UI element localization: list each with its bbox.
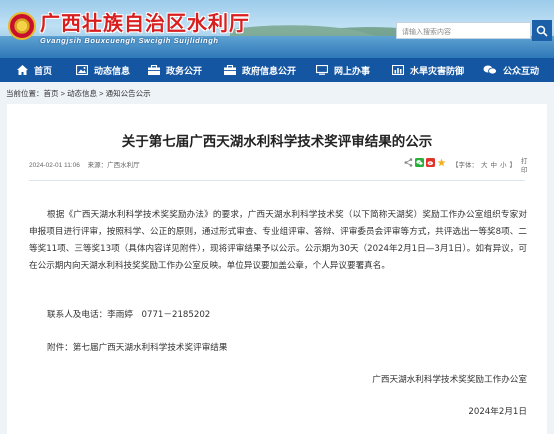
- nav-item-label: 政府信息公开: [242, 65, 297, 76]
- breadcrumb-separator: >: [97, 89, 106, 98]
- article-title: 关于第七届广西天湖水利科学技术奖评审结果的公示: [121, 134, 433, 150]
- nav-item-home[interactable]: 首页: [17, 58, 52, 82]
- font-size-medium[interactable]: 中: [491, 162, 498, 169]
- qzone-icon[interactable]: [437, 158, 446, 167]
- national-emblem-icon[interactable]: [8, 12, 36, 40]
- font-size-large[interactable]: 大: [481, 162, 488, 169]
- nav-item-label: 水旱灾害防御: [410, 65, 465, 76]
- nav-item-info-disclosure[interactable]: 政府信息公开: [224, 58, 296, 82]
- image-icon: [76, 65, 88, 75]
- article-body: 根据《广西天湖水利科学技术奖奖励办法》的要求，广西天湖水利科学技术奖（以下简称天…: [29, 210, 527, 271]
- font-size-controls: 【字体：大中小】: [452, 159, 519, 169]
- nav-item-label: 公众互动: [503, 65, 540, 76]
- weibo-icon[interactable]: [426, 158, 435, 167]
- nav-item-label: 网上办事: [334, 65, 371, 76]
- font-size-label: 【字体：: [452, 162, 478, 169]
- nav-item-news[interactable]: 动态信息: [76, 58, 130, 82]
- attachment-link[interactable]: 附件：第七届广西天湖水利科学技术奖评审结果: [47, 341, 227, 353]
- article-meta: 2024-02-01 11:06 来源：广西水利厅: [29, 159, 146, 169]
- font-size-small[interactable]: 小: [500, 162, 507, 169]
- nav-item-disaster-prevention[interactable]: 水旱灾害防御: [392, 58, 464, 82]
- nav-item-label: 动态信息: [94, 65, 131, 76]
- briefcase-icon: [224, 65, 236, 75]
- breadcrumb-link-news[interactable]: 动态信息: [67, 89, 97, 98]
- breadcrumb: 当前位置：首页 > 动态信息 > 通知公告公示: [6, 88, 151, 99]
- signer-organization: 广西天湖水利科学技术奖奖励工作办公室: [372, 375, 527, 385]
- search-input[interactable]: 请输入搜索内容: [396, 22, 531, 39]
- main-nav: 首页 动态信息 政务公开 政府信息公开 网上办事 水旱灾害防御 公众互动: [0, 58, 554, 82]
- article-source: 来源：广西水利厅: [87, 162, 140, 169]
- search-button[interactable]: [532, 20, 552, 41]
- contact-info: 联系人及电话：李雨婷 0771－2185202: [47, 310, 211, 320]
- nav-item-label: 政务公开: [166, 65, 203, 76]
- site-title[interactable]: 广西壮族自治区水利厅: [40, 7, 250, 36]
- nav-item-online-services[interactable]: 网上办事: [316, 58, 370, 82]
- bar-chart-icon: [392, 65, 404, 75]
- nav-item-label: 首页: [34, 65, 53, 76]
- chat-icon: [483, 65, 497, 75]
- breadcrumb-link-home[interactable]: 首页: [44, 89, 59, 98]
- signing-date: 2024年2月1日: [468, 407, 527, 417]
- nav-item-public-interaction[interactable]: 公众互动: [483, 58, 539, 82]
- search-icon: [536, 25, 548, 37]
- font-size-close: 】: [509, 162, 517, 169]
- meta-divider: [29, 180, 525, 181]
- share-bar: [404, 158, 448, 167]
- breadcrumb-link-notices[interactable]: 通知公告公示: [106, 89, 151, 98]
- wechat-icon[interactable]: [415, 158, 424, 167]
- home-icon: [17, 65, 28, 75]
- article-panel: 关于第七届广西天湖水利科学技术奖评审结果的公示 2024-02-01 11:06…: [7, 104, 547, 434]
- share-icon[interactable]: [404, 158, 413, 167]
- breadcrumb-separator: >: [58, 89, 68, 98]
- briefcase-icon: [148, 65, 160, 75]
- site-title-zhuang: Gvangjsih Bouxcuengh Swcigih Suijlidingh: [40, 36, 219, 45]
- site-header: 广西壮族自治区水利厅 Gvangjsih Bouxcuengh Swcigih …: [0, 0, 554, 58]
- article-date: 2024-02-01 11:06: [29, 162, 80, 169]
- nav-item-government-affairs[interactable]: 政务公开: [148, 58, 202, 82]
- monitor-icon: [316, 65, 328, 75]
- breadcrumb-prefix: 当前位置：: [6, 89, 44, 98]
- print-button[interactable]: 打印: [521, 157, 531, 175]
